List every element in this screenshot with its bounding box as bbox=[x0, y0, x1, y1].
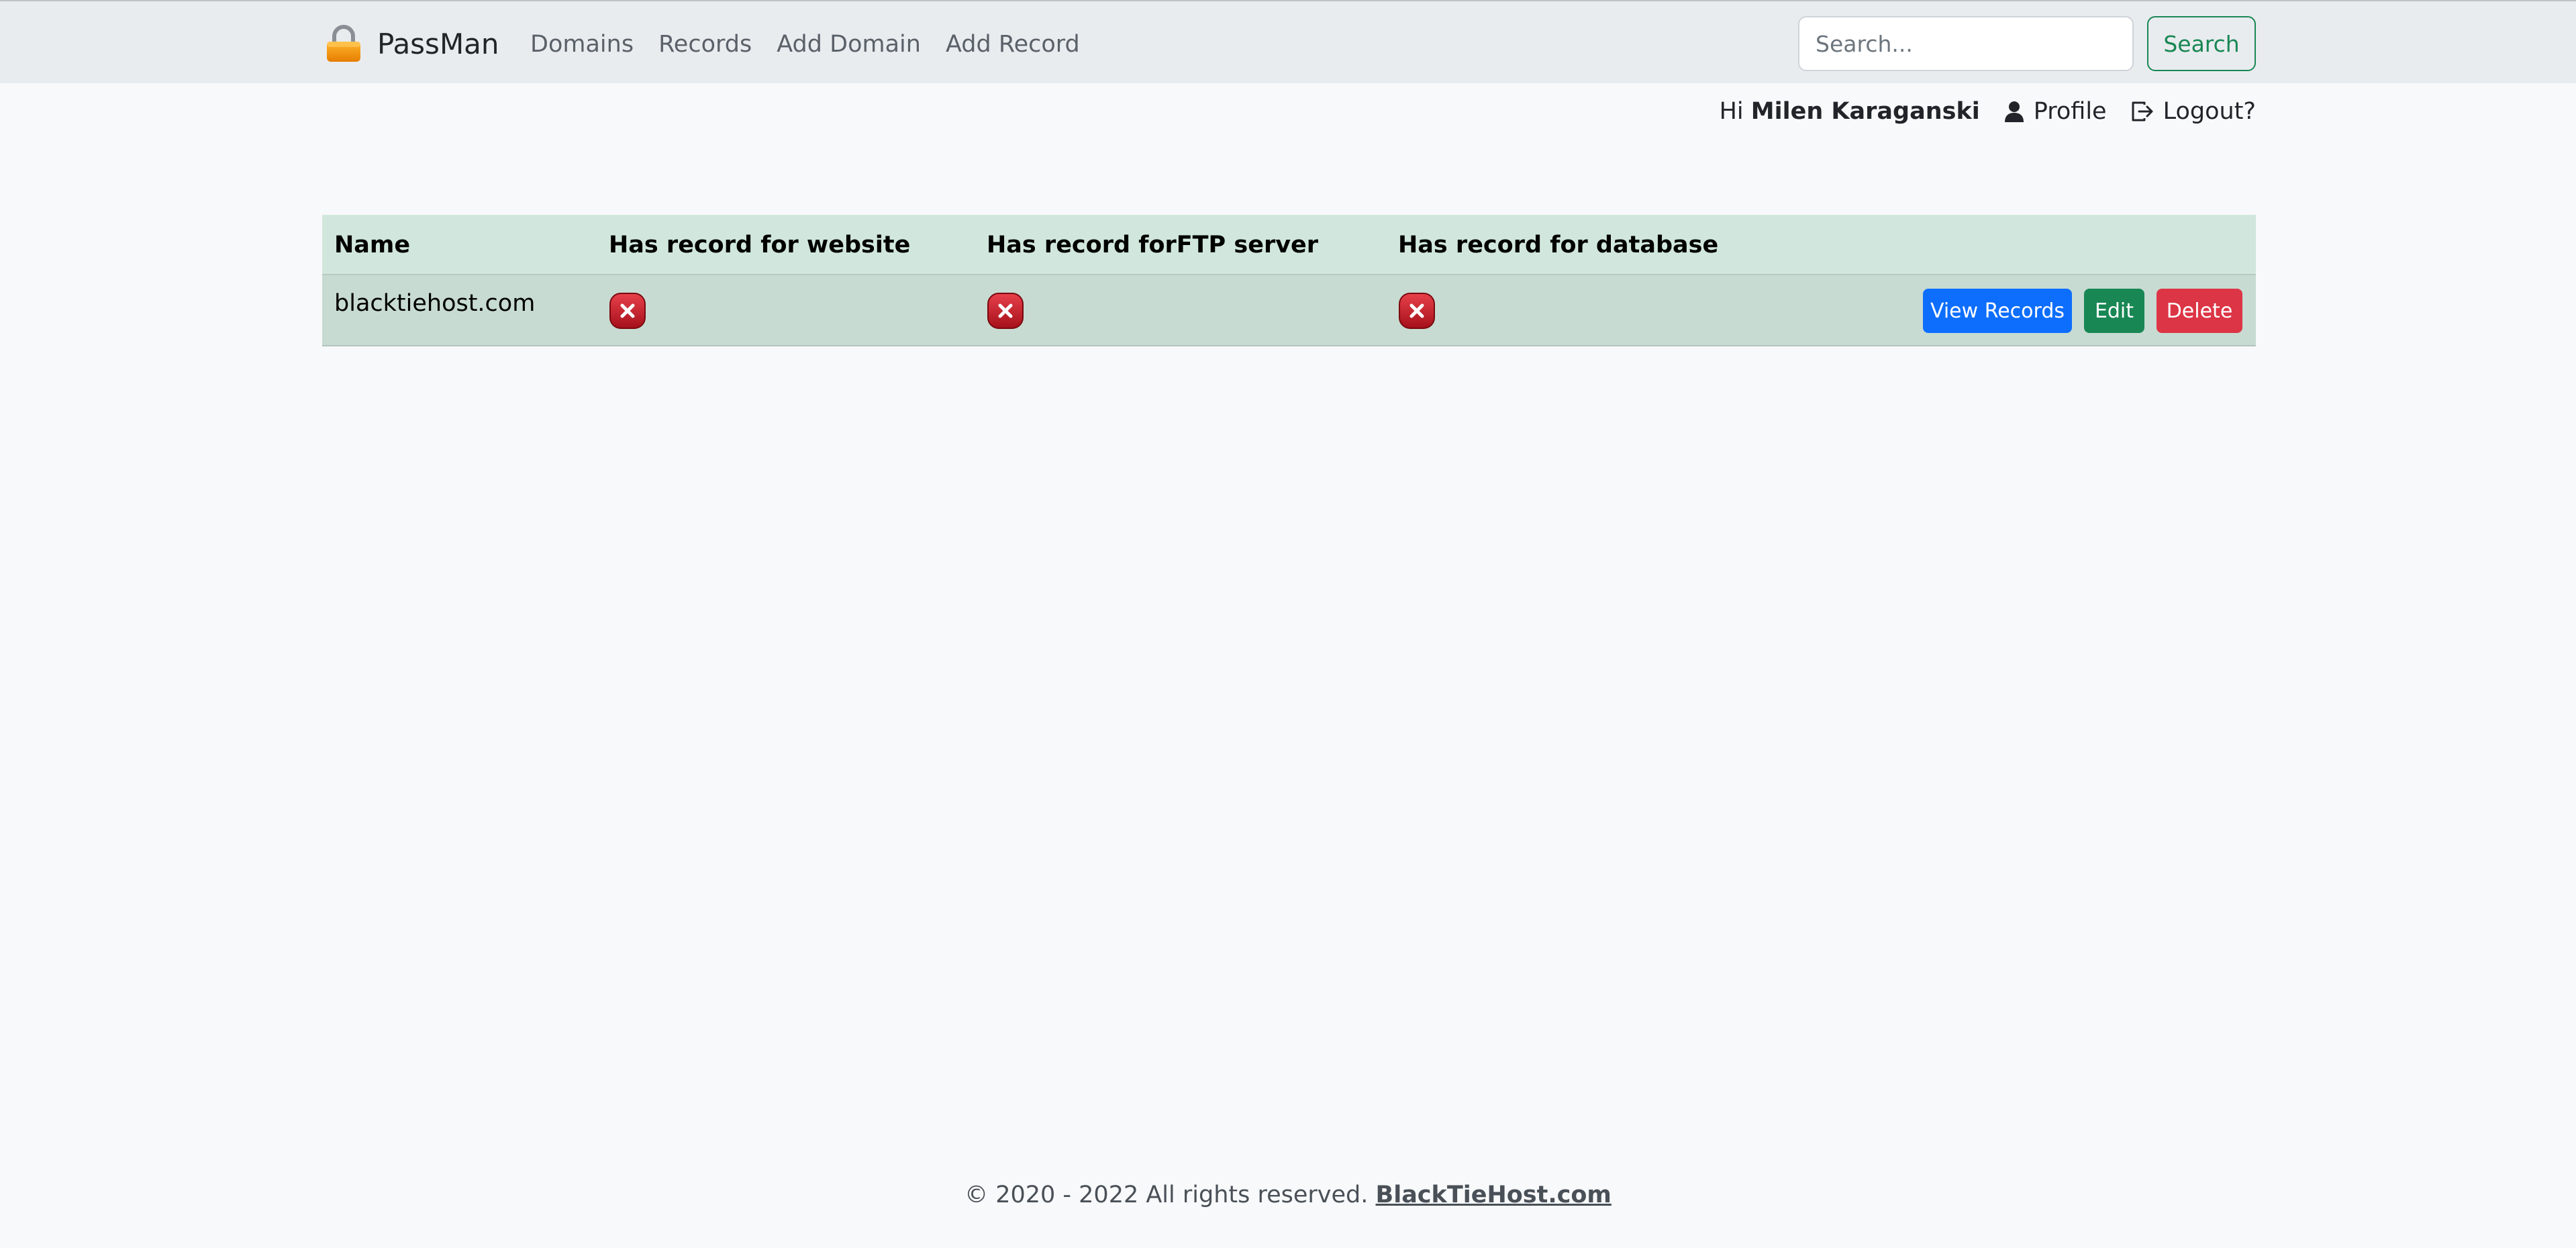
brand-name: PassMan bbox=[377, 27, 499, 60]
nav-links: Domains Records Add Domain Add Record bbox=[530, 28, 1080, 60]
header-database: Has record for database bbox=[1398, 232, 1719, 258]
nav-link-domains[interactable]: Domains bbox=[530, 28, 634, 60]
logout-link[interactable]: Logout? bbox=[2131, 98, 2256, 125]
edit-button[interactable]: Edit bbox=[2084, 289, 2144, 333]
domains-table: Name Has record for website Has record f… bbox=[322, 215, 2256, 346]
table-header: Name Has record for website Has record f… bbox=[322, 215, 2256, 275]
ftp-status-x-icon bbox=[987, 292, 1024, 330]
header-name: Name bbox=[334, 232, 411, 258]
logout-label: Logout? bbox=[2163, 98, 2256, 125]
search-button[interactable]: Search bbox=[2147, 16, 2256, 71]
view-records-button[interactable]: View Records bbox=[1923, 289, 2072, 333]
navbar: PassMan Domains Records Add Domain Add R… bbox=[0, 0, 2576, 83]
brand[interactable]: PassMan bbox=[325, 21, 499, 66]
database-status-x-icon bbox=[1398, 292, 1436, 330]
search-input[interactable] bbox=[1798, 16, 2134, 71]
copyright-text: © 2020 - 2022 All rights reserved. bbox=[964, 1182, 1369, 1208]
nav-link-add-domain[interactable]: Add Domain bbox=[777, 28, 921, 60]
footer-link[interactable]: BlackTieHost.com bbox=[1376, 1182, 1612, 1208]
logout-icon bbox=[2132, 101, 2153, 122]
header-ftp: Has record forFTP server bbox=[987, 232, 1319, 258]
user-name: Milen Karaganski bbox=[1750, 98, 1980, 125]
footer: © 2020 - 2022 All rights reserved. Black… bbox=[0, 1182, 2576, 1208]
header-website: Has record for website bbox=[609, 232, 911, 258]
user-icon bbox=[2004, 101, 2024, 122]
greeting-word: Hi bbox=[1719, 98, 1744, 125]
user-bar: Hi Milen Karaganski Profile Logout? bbox=[1720, 98, 2256, 125]
domain-name: blacktiehost.com bbox=[334, 290, 536, 317]
user-greeting: Hi Milen Karaganski bbox=[1720, 98, 1980, 125]
profile-label: Profile bbox=[2033, 98, 2107, 125]
delete-button[interactable]: Delete bbox=[2157, 289, 2242, 333]
profile-link[interactable]: Profile bbox=[2004, 98, 2107, 125]
nav-link-add-record[interactable]: Add Record bbox=[946, 28, 1080, 60]
nav-link-records[interactable]: Records bbox=[658, 28, 752, 60]
website-status-x-icon bbox=[609, 292, 646, 330]
table-row: blacktiehost.com View Records Edit Delet… bbox=[322, 275, 2256, 346]
lock-icon bbox=[327, 25, 360, 62]
